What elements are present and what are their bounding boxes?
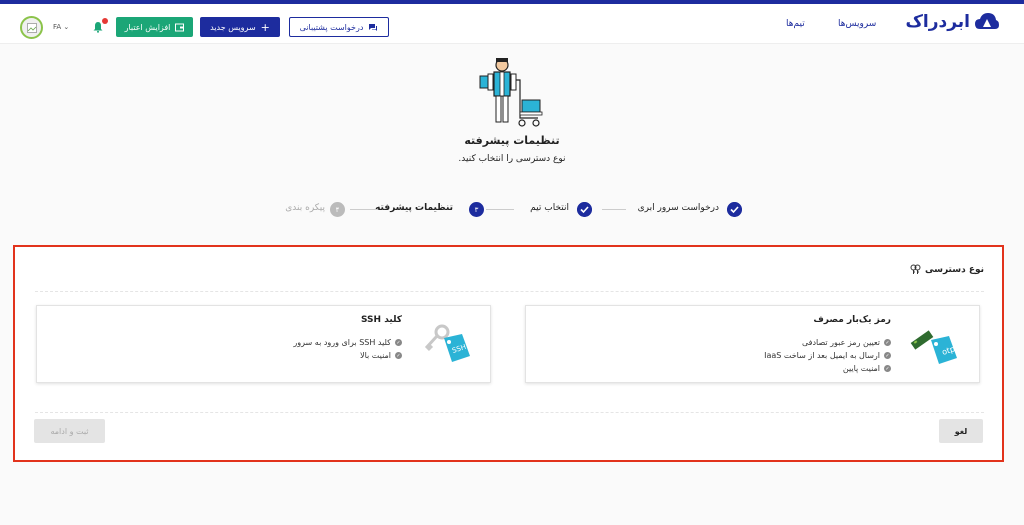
step-pending-badge: ۴	[330, 202, 345, 217]
step-label-config: پیکره بندی	[285, 203, 325, 213]
feature-text: ارسال به ایمیل بعد از ساخت IaaS	[764, 351, 880, 360]
page-title: تنظیمات پیشرفته	[464, 134, 560, 147]
language-label: FA	[53, 23, 62, 31]
check-circle-icon: ✓	[395, 352, 402, 359]
language-selector[interactable]: FA ⌄	[53, 23, 69, 31]
page-subtitle: نوع دسترسی را انتخاب کنید.	[458, 154, 566, 164]
stepper: درخواست سرور ابری انتخاب تیم ۳ تنظیمات پ…	[270, 200, 750, 220]
cloud-logo-icon	[975, 13, 999, 29]
ssh-access-card[interactable]: کلید SSH ✓ کلید SSH برای ورود به سرور ✓ ام…	[36, 305, 491, 383]
otp-feature-list: ✓ تعیین رمز عبور تصادفی ✓ ارسال به ایمیل ب…	[764, 336, 891, 375]
nav-teams[interactable]: تیم‌ها	[786, 19, 805, 29]
access-type-panel: نوع دسترسی رمز یک‌بار مصرف ✓ تعیین رمز عب…	[13, 245, 1004, 462]
section-divider	[35, 291, 984, 292]
ssh-feature-list: ✓ کلید SSH برای ورود به سرور ✓ امنیت بالا	[293, 336, 402, 362]
check-circle-icon: ✓	[884, 365, 891, 372]
keys-icon	[910, 264, 921, 274]
cancel-button[interactable]: لغو	[939, 419, 983, 443]
notification-dot	[102, 18, 108, 24]
panel-title: نوع دسترسی	[910, 264, 984, 275]
broken-image-icon	[26, 22, 37, 33]
step-done-check-icon	[727, 202, 742, 217]
top-header: ابردراک سرویس‌ها تیم‌ها درخواست پشتیبانی…	[0, 4, 1024, 44]
add-credit-button[interactable]: افزایش اعتبار	[116, 17, 193, 37]
new-service-button[interactable]: سرویس جدید +	[200, 17, 280, 37]
support-request-label: درخواست پشتیبانی	[299, 22, 364, 32]
brand-logo[interactable]: ابردراک	[905, 11, 1000, 33]
wallet-icon	[175, 23, 185, 31]
check-circle-icon: ✓	[884, 352, 891, 359]
list-item: ✓ تعیین رمز عبور تصادفی	[764, 336, 891, 349]
feature-text: امنیت بالا	[360, 351, 391, 360]
step-connector	[602, 209, 626, 210]
step-done-check-icon	[577, 202, 592, 217]
engineer-illustration	[479, 58, 543, 127]
support-request-button[interactable]: درخواست پشتیبانی	[289, 17, 389, 37]
check-circle-icon: ✓	[395, 339, 402, 346]
feature-text: تعیین رمز عبور تصادفی	[801, 338, 880, 347]
chevron-down-icon: ⌄	[63, 23, 70, 31]
nav-services[interactable]: سرویس‌ها	[838, 19, 876, 29]
otp-card-title: رمز یک‌بار مصرف	[813, 315, 891, 325]
step-label-request: درخواست سرور ابری	[637, 203, 719, 213]
step-label-team: انتخاب تیم	[530, 203, 569, 213]
submit-continue-button[interactable]: ثبت و ادامه	[34, 419, 105, 443]
list-item: ✓ کلید SSH برای ورود به سرور	[293, 336, 402, 349]
brand-logo-text: ابردراک	[905, 12, 970, 32]
add-credit-label: افزایش اعتبار	[124, 22, 171, 32]
list-item: ✓ امنیت بالا	[293, 349, 402, 362]
step-current-badge: ۳	[469, 202, 484, 217]
step-connector	[350, 209, 378, 210]
ssh-card-title: کلید SSH	[360, 315, 402, 325]
chat-icon	[369, 23, 378, 31]
list-item: ✓ امنیت پایین	[764, 362, 891, 375]
new-service-label: سرویس جدید	[210, 22, 256, 32]
panel-title-text: نوع دسترسی	[924, 264, 984, 275]
check-circle-icon: ✓	[884, 339, 891, 346]
step-connector	[486, 209, 514, 210]
otp-tag-icon: otp	[910, 330, 957, 364]
avatar[interactable]	[20, 16, 43, 39]
feature-text: کلید SSH برای ورود به سرور	[293, 338, 391, 347]
plus-icon: +	[260, 20, 270, 34]
section-divider	[35, 412, 984, 413]
list-item: ✓ ارسال به ایمیل بعد از ساخت IaaS	[764, 349, 891, 362]
step-label-advanced: تنظیمات پیشرفته	[375, 203, 453, 213]
ssh-key-tag-icon: SSH	[424, 324, 470, 362]
feature-text: امنیت پایین	[842, 364, 880, 373]
otp-access-card[interactable]: رمز یک‌بار مصرف ✓ تعیین رمز عبور تصادفی ✓…	[525, 305, 980, 383]
